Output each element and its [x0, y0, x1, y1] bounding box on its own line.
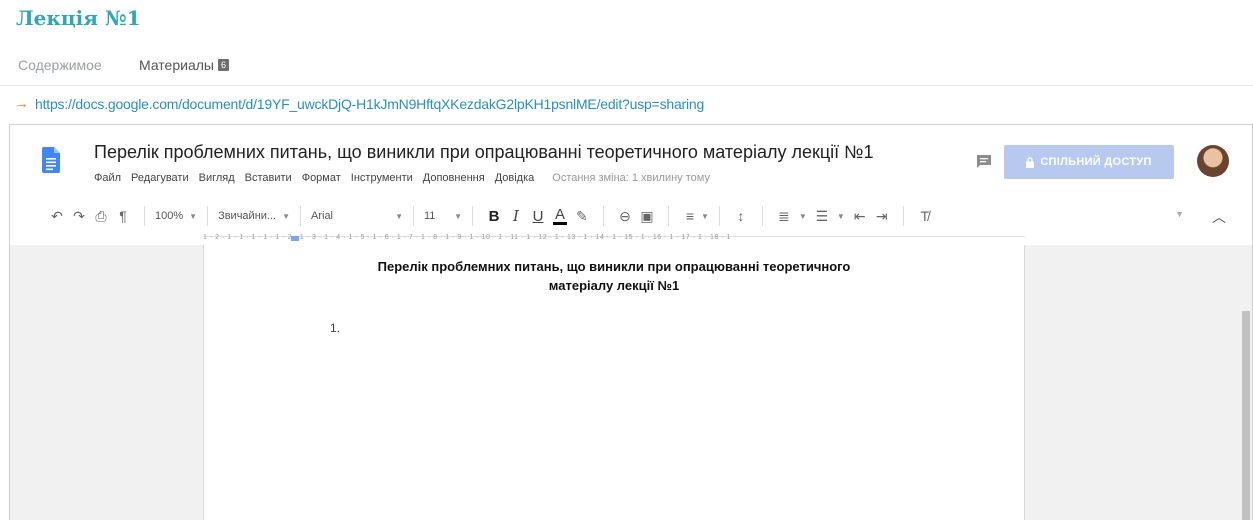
paint-format-icon[interactable]: ¶ — [112, 205, 134, 227]
chevron-down-icon[interactable]: ▼ — [799, 212, 807, 221]
toolbar-divider — [472, 206, 473, 226]
underline-button[interactable]: U — [527, 205, 549, 227]
print-icon[interactable]: ⎙ — [90, 205, 112, 227]
document-canvas: Перелік проблемних питань, що виникли пр… — [10, 245, 1252, 520]
lock-icon — [1026, 156, 1035, 168]
bulleted-list-icon[interactable]: ☰ — [811, 205, 833, 227]
menu-help[interactable]: Довідка — [495, 172, 535, 184]
increase-indent-icon[interactable]: ⇥ — [871, 205, 893, 227]
align-icon[interactable]: ≡ — [679, 205, 701, 227]
decrease-indent-icon[interactable]: ⇤ — [849, 205, 871, 227]
menu-view[interactable]: Вигляд — [199, 172, 235, 184]
comment-icon[interactable] — [976, 153, 992, 169]
menu-addons[interactable]: Доповнення — [423, 172, 485, 184]
menu-tools[interactable]: Інструменти — [351, 172, 413, 184]
user-avatar[interactable] — [1197, 145, 1229, 177]
tabs-divider — [0, 85, 1253, 86]
tab-materials-label: Материалы — [139, 57, 214, 73]
chevron-down-icon: ▼ — [454, 211, 462, 221]
toolbar-divider — [413, 206, 414, 226]
menu-edit[interactable]: Редагувати — [131, 172, 189, 184]
document-link[interactable]: https://docs.google.com/document/d/19YF_… — [35, 96, 704, 112]
ruler[interactable]: 1 · 2 · 1 · 1 · 1 · 1 · 1 · 2 · 1 · 3 · … — [10, 234, 1252, 245]
toolbar-divider — [668, 206, 669, 226]
menu-file[interactable]: Файл — [94, 172, 121, 184]
chevron-down-icon: ▼ — [189, 211, 198, 221]
chevron-down-icon: ▼ — [282, 211, 290, 221]
clear-formatting-icon[interactable]: T̸ — [914, 205, 936, 227]
font-select[interactable]: Arial ▼ — [311, 210, 403, 222]
undo-icon[interactable]: ↶ — [46, 205, 68, 227]
share-button-label: СПІЛЬНИЙ ДОСТУП — [1040, 156, 1152, 168]
document-page[interactable]: Перелік проблемних питань, що виникли пр… — [203, 245, 1025, 520]
link-icon[interactable]: ⊖ — [614, 205, 636, 227]
toolbar-divider — [207, 206, 209, 226]
page-heading-line-2: матеріалу лекції №1 — [548, 278, 680, 293]
chevron-down-icon[interactable]: ▼ — [837, 212, 845, 221]
font-size-value: 11 — [424, 210, 436, 222]
google-doc-embed: Перелік проблемних питань, що виникли пр… — [9, 124, 1253, 520]
italic-button[interactable]: I — [505, 205, 527, 227]
zoom-value: 100% — [155, 210, 184, 222]
zoom-select[interactable]: 100% ▼ — [155, 210, 197, 222]
share-button[interactable]: СПІЛЬНИЙ ДОСТУП — [1004, 145, 1174, 179]
scrollbar-thumb[interactable] — [1242, 311, 1250, 520]
toolbar-divider — [300, 206, 301, 226]
doc-toolbar: ↶ ↷ ⎙ ¶ 100% ▼ Звичайни... ▼ Arial ▼ 11 ▼ B … — [10, 197, 1252, 235]
scrollbar[interactable] — [1240, 245, 1252, 520]
tab-content[interactable]: Содержимое — [18, 57, 102, 73]
page-heading: Перелік проблемних питань, що виникли пр… — [204, 257, 1024, 295]
doc-title[interactable]: Перелік проблемних питань, що виникли пр… — [94, 142, 873, 163]
tab-materials[interactable]: Материалы 6 — [139, 57, 229, 73]
font-size-select[interactable]: 11 ▼ — [424, 210, 462, 222]
indent-marker[interactable] — [291, 236, 299, 241]
numbered-list-icon[interactable]: ≣ — [773, 205, 795, 227]
page-heading-line-1: Перелік проблемних питань, що виникли пр… — [377, 259, 851, 274]
redo-icon[interactable]: ↷ — [68, 205, 90, 227]
toolbar-divider — [902, 206, 904, 226]
image-icon[interactable]: ▣ — [636, 205, 658, 227]
google-docs-icon[interactable] — [42, 147, 60, 173]
doc-menu-bar: Файл Редагувати Вигляд Вставити Формат І… — [94, 172, 710, 184]
text-color-button[interactable]: A — [549, 205, 571, 227]
last-edit-status[interactable]: Остання зміна: 1 хвилину тому — [552, 172, 710, 184]
text-color-label: A — [552, 205, 567, 225]
highlighter-icon[interactable]: ✎ — [571, 205, 593, 227]
chevron-down-icon: ▼ — [395, 211, 403, 221]
font-value: Arial — [311, 210, 334, 222]
line-spacing-icon[interactable]: ↕ — [730, 205, 752, 227]
chevron-down-icon[interactable]: ▼ — [1175, 209, 1184, 219]
material-link-row: → https://docs.google.com/document/d/19Y… — [14, 95, 704, 112]
lecture-title: Лекція №1 — [16, 6, 141, 30]
menu-format[interactable]: Формат — [302, 172, 341, 184]
ruler-numbers: 1 · 2 · 1 · 1 · 1 · 1 · 1 · 2 · 1 · 3 · … — [203, 234, 731, 241]
menu-insert[interactable]: Вставити — [245, 172, 292, 184]
chevron-down-icon[interactable]: ▼ — [701, 212, 709, 221]
style-select[interactable]: Звичайни... ▼ — [218, 210, 290, 222]
toolbar-divider — [718, 206, 720, 226]
bold-button[interactable]: B — [483, 205, 505, 227]
toolbar-divider — [761, 206, 763, 226]
doc-header: Перелік проблемних питань, що виникли пр… — [10, 125, 1252, 197]
toolbar-divider — [144, 206, 145, 226]
arrow-right-icon: → — [14, 95, 29, 112]
style-value: Звичайни... — [218, 210, 277, 222]
toolbar-divider — [603, 206, 604, 226]
materials-count-badge: 6 — [217, 59, 229, 71]
chevron-up-icon[interactable]: ︿ — [1212, 207, 1226, 227]
list-item-number: 1. — [330, 321, 341, 335]
